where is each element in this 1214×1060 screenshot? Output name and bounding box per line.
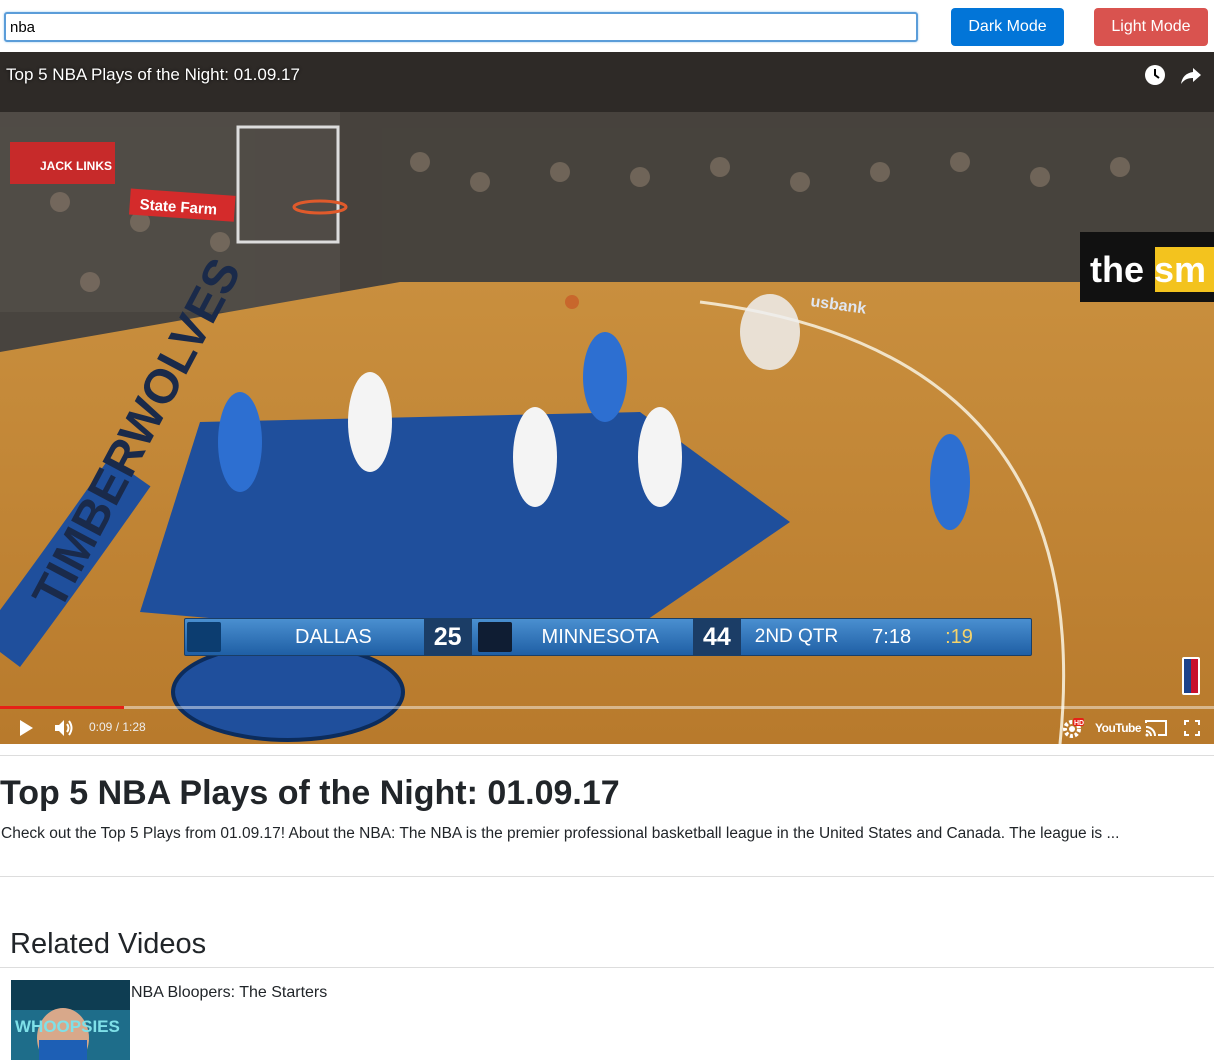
progress-fill bbox=[0, 706, 124, 709]
shot-clock: :19 bbox=[945, 625, 973, 648]
volume-icon[interactable] bbox=[54, 719, 76, 742]
time-display: 0:09 / 1:28 bbox=[89, 720, 146, 734]
light-mode-button[interactable]: Light Mode bbox=[1094, 8, 1208, 46]
team-a-score: 25 bbox=[423, 619, 472, 655]
watch-later-icon[interactable] bbox=[1144, 64, 1166, 86]
dallas-logo bbox=[187, 622, 221, 652]
divider bbox=[0, 755, 1214, 756]
cast-icon[interactable] bbox=[1145, 719, 1167, 742]
divider bbox=[0, 876, 1214, 877]
related-videos-heading: Related Videos bbox=[10, 928, 207, 960]
related-video-title[interactable]: NBA Bloopers: The Starters bbox=[131, 984, 327, 1002]
fullscreen-icon[interactable] bbox=[1184, 720, 1200, 741]
team-b-name: MINNESOTA bbox=[541, 625, 659, 648]
hd-badge: HD bbox=[1074, 720, 1084, 727]
sign-the-sm: the sm bbox=[1090, 249, 1206, 290]
quarter: 2ND QTR bbox=[754, 626, 839, 647]
related-video-thumbnail[interactable]: WHOOPSIES bbox=[11, 980, 130, 1060]
search-input[interactable] bbox=[4, 12, 918, 42]
video-description: Check out the Top 5 Plays from 01.09.17!… bbox=[1, 825, 1120, 842]
minnesota-logo bbox=[477, 622, 512, 652]
team-a-name: DALLAS bbox=[295, 625, 372, 648]
team-b-score: 44 bbox=[692, 619, 741, 655]
youtube-logo[interactable]: YouTube bbox=[1095, 721, 1142, 735]
divider bbox=[0, 967, 1214, 968]
player-controls: 0:09 / 1:28 HD YouTube bbox=[0, 712, 1214, 744]
video-player[interactable]: JACK LINKS State Farm the sm usbank TIMB… bbox=[0, 52, 1214, 744]
game-clock: 7:18 bbox=[872, 625, 912, 648]
settings-icon[interactable]: HD bbox=[1062, 717, 1084, 744]
overlay-video-title: Top 5 NBA Plays of the Night: 01.09.17 bbox=[6, 65, 300, 84]
progress-bar[interactable] bbox=[0, 706, 1214, 709]
thumb-text: WHOOPSIES bbox=[15, 1017, 120, 1036]
sign-jacklinks: JACK LINKS bbox=[40, 159, 112, 173]
scoreboard: DALLAS 25 MINNESOTA 44 2ND QTR 7:18 :19 bbox=[184, 618, 1032, 656]
dark-mode-button[interactable]: Dark Mode bbox=[951, 8, 1064, 46]
share-icon[interactable] bbox=[1180, 64, 1202, 86]
video-title: Top 5 NBA Plays of the Night: 01.09.17 bbox=[0, 774, 620, 812]
top-bar: Dark Mode Light Mode bbox=[0, 0, 1214, 52]
related-video-item[interactable]: WHOOPSIES NBA Bloopers: The Starters bbox=[11, 980, 411, 1060]
play-icon[interactable] bbox=[18, 719, 34, 742]
